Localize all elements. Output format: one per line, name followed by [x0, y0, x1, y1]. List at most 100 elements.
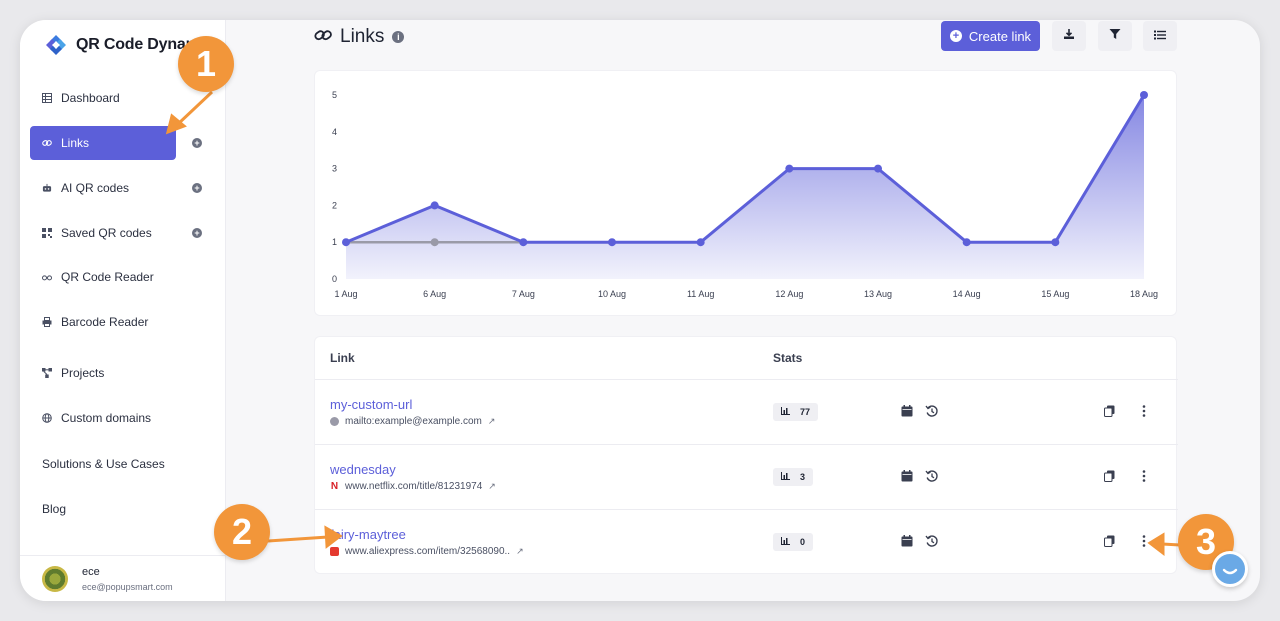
sidebar-item-barcode-reader[interactable]: Barcode Reader [30, 305, 176, 339]
table-row[interactable]: wednesday N www.netflix.com/title/812319… [315, 444, 1178, 509]
stats-badge[interactable]: 3 [773, 468, 814, 486]
links-table: Link Stats my-custom-url mailto:example@… [314, 336, 1178, 574]
data-point [430, 201, 439, 210]
destination-url[interactable]: www.aliexpress.com/item/32568090.. [345, 546, 510, 557]
qr-icon [42, 228, 52, 238]
external-link-icon[interactable]: ↗ [516, 546, 524, 557]
link-icon [314, 28, 332, 47]
filter-icon [1109, 27, 1121, 45]
filter-button[interactable] [1098, 21, 1132, 51]
series-area [346, 95, 1144, 279]
sidebar-item-links[interactable]: Links [30, 126, 176, 160]
user-profile[interactable]: ece ece@popupsmart.com [20, 555, 226, 601]
y-tick-label: 1 [332, 237, 337, 247]
bar-chart-icon [781, 407, 790, 417]
destination-url[interactable]: www.netflix.com/title/81231974 [345, 481, 482, 492]
user-name: ece [82, 566, 100, 578]
external-link-icon[interactable]: ↗ [488, 481, 496, 492]
click-count: 77 [800, 407, 811, 417]
page-title: Links i [314, 26, 405, 48]
data-point [874, 164, 882, 173]
sidebar-item-label: AI QR codes [61, 181, 130, 195]
link-destination: www.aliexpress.com/item/32568090.. ↗ [330, 546, 524, 557]
calendar-icon[interactable] [900, 404, 914, 418]
y-tick-label: 3 [332, 164, 337, 174]
sidebar-item-projects[interactable]: Projects [30, 356, 176, 390]
copy-icon[interactable] [1102, 404, 1116, 418]
copy-icon[interactable] [1102, 469, 1116, 483]
link-destination: N www.netflix.com/title/81231974 ↗ [330, 481, 496, 492]
sidebar-item-label: Saved QR codes [61, 226, 152, 240]
y-tick-label: 2 [332, 200, 337, 210]
x-tick-label: 13 Aug [864, 289, 892, 299]
calendar-icon[interactable] [900, 469, 914, 483]
history-icon[interactable] [925, 469, 939, 483]
destination-url[interactable]: mailto:example@example.com [345, 416, 482, 427]
chat-help-button[interactable] [1212, 551, 1248, 587]
stats-badge[interactable]: 0 [773, 533, 814, 551]
click-count: 3 [800, 472, 806, 482]
x-tick-label: 6 Aug [423, 289, 446, 299]
data-point-secondary [430, 238, 439, 247]
user-email: ece@popupsmart.com [82, 582, 173, 592]
table-row[interactable]: my-custom-url mailto:example@example.com… [315, 379, 1178, 444]
table-row[interactable]: fairy-maytree www.aliexpress.com/item/32… [315, 509, 1178, 574]
y-tick-label: 0 [332, 274, 337, 284]
annotation-badge-2: 2 [214, 504, 270, 560]
data-point [1140, 91, 1148, 99]
sidebar-item-qr-code-reader[interactable]: QR Code Reader [30, 260, 176, 294]
solutions-link[interactable]: Solutions & Use Cases [42, 457, 165, 471]
sidebar-item-custom-domains[interactable]: Custom domains [30, 401, 176, 435]
calendar-icon[interactable] [900, 534, 914, 548]
diagram-icon [42, 368, 52, 378]
add-saved-qr-icon[interactable]: + [192, 228, 202, 238]
link-name[interactable]: fairy-maytree [330, 527, 406, 542]
history-icon[interactable] [925, 534, 939, 548]
external-link-icon[interactable]: ↗ [488, 416, 496, 427]
create-link-button[interactable]: + Create link [941, 21, 1040, 51]
y-tick-label: 4 [332, 127, 337, 137]
y-tick-label: 5 [332, 90, 337, 100]
sidebar-item-label: Links [61, 136, 90, 150]
data-point [696, 238, 705, 247]
x-tick-label: 18 Aug [1130, 289, 1158, 299]
list-icon [1154, 27, 1166, 45]
sidebar-item-label: Barcode Reader [61, 315, 149, 329]
info-icon[interactable]: i [392, 31, 405, 43]
bar-chart-icon [781, 537, 790, 547]
more-vertical-icon[interactable] [1137, 404, 1151, 418]
copy-icon[interactable] [1102, 534, 1116, 548]
sidebar-item-saved-qr-codes[interactable]: Saved QR codes [30, 216, 176, 250]
download-button[interactable] [1052, 21, 1086, 51]
link-name[interactable]: wednesday [330, 462, 396, 477]
robot-icon [42, 183, 52, 193]
data-point [519, 238, 528, 247]
x-tick-label: 10 Aug [598, 289, 626, 299]
mail-icon [330, 417, 339, 426]
history-icon[interactable] [925, 404, 939, 418]
avatar [42, 566, 68, 592]
list-view-button[interactable] [1143, 21, 1177, 51]
add-link-icon[interactable]: + [192, 138, 202, 148]
netflix-icon: N [330, 481, 339, 492]
app-window: QR Code Dynamic Dashboard Links + AI QR … [20, 20, 1260, 601]
more-vertical-icon[interactable] [1137, 534, 1151, 548]
x-tick-label: 12 Aug [775, 289, 803, 299]
sidebar-item-ai-qr-codes[interactable]: AI QR codes [30, 171, 176, 205]
x-tick-label: 7 Aug [512, 289, 535, 299]
x-tick-label: 15 Aug [1041, 289, 1069, 299]
stats-badge[interactable]: 77 [773, 403, 819, 421]
sidebar-item-label: Projects [61, 366, 105, 380]
data-point [962, 238, 971, 247]
add-ai-qr-icon[interactable]: + [192, 183, 202, 193]
data-point [342, 238, 350, 247]
more-vertical-icon[interactable] [1137, 469, 1151, 483]
data-point [785, 164, 794, 173]
clicks-chart: 0 1 2 3 4 5 1 Aug 6 Aug 7 Aug 10 Aug 11 Aug 12 Aug 1… [314, 70, 1177, 316]
sidebar: QR Code Dynamic Dashboard Links + AI QR … [20, 20, 226, 601]
sidebar-item-dashboard[interactable]: Dashboard [30, 81, 176, 115]
blog-link[interactable]: Blog [42, 502, 66, 516]
sidebar-item-label: Dashboard [61, 91, 120, 105]
link-name[interactable]: my-custom-url [330, 397, 412, 412]
bar-chart-icon [781, 472, 790, 482]
